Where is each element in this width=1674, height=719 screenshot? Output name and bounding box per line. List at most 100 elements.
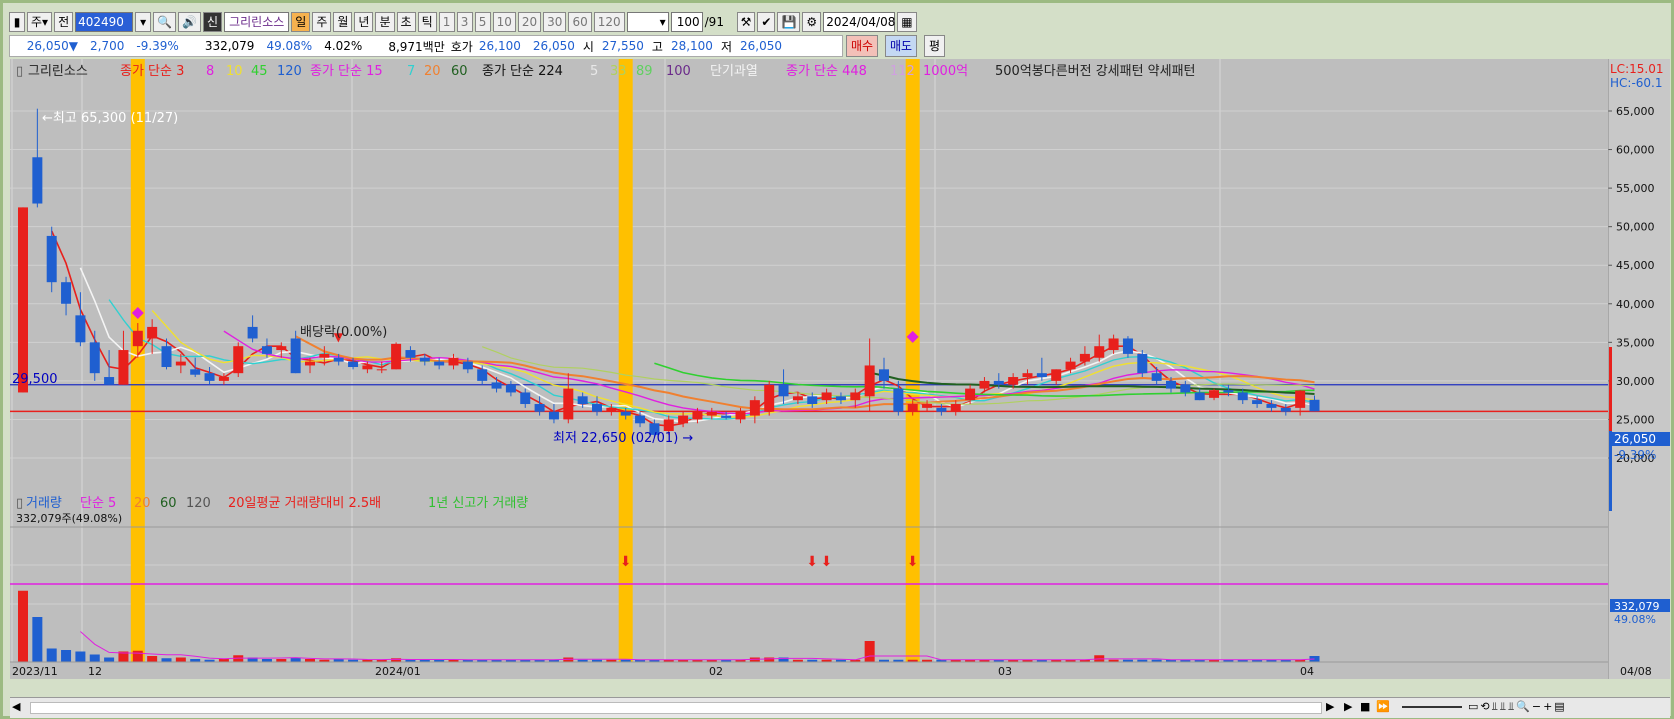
legend-name: 그리린소스 bbox=[28, 64, 88, 79]
candle-body bbox=[577, 396, 588, 405]
candle-body bbox=[678, 415, 689, 424]
scale-tick-label: 60,000 bbox=[1616, 144, 1655, 157]
candle-body bbox=[520, 392, 531, 405]
scroll-track[interactable] bbox=[30, 702, 1322, 714]
stop-icon[interactable]: ■ bbox=[1360, 700, 1370, 713]
scroll-bar[interactable]: ◀ ▶ ▶ ■ ⏩ ▭⟲⫫⫫⫫🔍−+▤ bbox=[10, 697, 1670, 718]
zoom-tools-icon[interactable]: ▭⟲⫫⫫⫫🔍−+▤ bbox=[1468, 700, 1567, 714]
candle-body bbox=[1036, 373, 1047, 378]
candle-body bbox=[1194, 392, 1205, 401]
count-input[interactable]: 100 bbox=[670, 12, 703, 32]
zoom-slider[interactable] bbox=[1402, 706, 1462, 708]
candle-body bbox=[706, 411, 717, 416]
average-button[interactable]: 평 bbox=[924, 35, 946, 57]
period-month[interactable]: 월 bbox=[333, 12, 353, 32]
check-icon[interactable]: ✔ bbox=[757, 12, 776, 32]
period-year[interactable]: 년 bbox=[354, 12, 374, 32]
scale-tick-label: 45,000 bbox=[1616, 259, 1655, 272]
num-5[interactable]: 5 bbox=[474, 12, 491, 32]
chart-icon[interactable]: ▮ bbox=[9, 12, 25, 32]
interval-select[interactable]: ▾ bbox=[626, 12, 669, 32]
volume-bar bbox=[132, 650, 143, 662]
candle-body bbox=[218, 377, 229, 381]
volume-bars: ⬇ ⬇ ⬇ ⬇ bbox=[18, 554, 1320, 662]
num-60[interactable]: 60 bbox=[568, 12, 592, 32]
fast-forward-icon[interactable]: ⏩ bbox=[1376, 700, 1390, 713]
code-input[interactable]: 402490 bbox=[75, 12, 134, 32]
volume-signal-arrow: ⬇ bbox=[620, 554, 632, 570]
scale-tick-label: 50,000 bbox=[1616, 221, 1655, 234]
candle-body bbox=[1266, 404, 1277, 408]
volume-bar bbox=[147, 656, 158, 662]
search-icon[interactable]: 🔍 bbox=[153, 12, 177, 32]
candle-body bbox=[18, 207, 28, 393]
candle-body bbox=[979, 380, 990, 389]
ask-1: 26,100 bbox=[478, 39, 521, 53]
candle-body bbox=[893, 388, 904, 412]
legend-ma1-120: 120 bbox=[277, 64, 302, 79]
price-chart[interactable]: ▼ ⬇ ⬇ ⬇ ⬇ ▯ 그리린소스 종가 단순 3 8 10 45 120 종가 단순… bbox=[10, 59, 1608, 679]
price-scale-svg: LC:15.01 HC:-60.1 65,000 60,000 55,000 50,0… bbox=[1607, 59, 1670, 679]
candle-body bbox=[276, 346, 287, 351]
legend-ma1: 종가 단순 3 bbox=[120, 64, 184, 79]
candle-body bbox=[620, 411, 631, 416]
candles: ▼ bbox=[18, 108, 1320, 438]
num-10[interactable]: 10 bbox=[492, 12, 516, 32]
candle-body bbox=[1094, 346, 1105, 358]
scroll-left-icon[interactable]: ◀ bbox=[12, 700, 20, 713]
prev-button[interactable]: 전 bbox=[54, 12, 74, 32]
turnover: 4.02% bbox=[324, 39, 363, 53]
scroll-right-icon[interactable]: ▶ bbox=[1326, 700, 1334, 713]
candle-body bbox=[61, 282, 72, 304]
legend-ma4-112: 112 bbox=[890, 64, 915, 79]
candle-body bbox=[305, 361, 315, 366]
period-week[interactable]: 주 bbox=[312, 12, 332, 32]
calendar-icon[interactable]: ▦ bbox=[897, 12, 917, 32]
legend-ma2-60: 60 bbox=[451, 64, 468, 79]
mode-select[interactable]: 주▾ bbox=[27, 12, 53, 32]
dropdown-icon[interactable]: ▾ bbox=[135, 12, 152, 32]
candle-body bbox=[175, 361, 186, 366]
save-icon[interactable]: 💾 bbox=[777, 12, 801, 32]
buy-button[interactable]: 매수 bbox=[846, 35, 879, 57]
num-3[interactable]: 3 bbox=[456, 12, 473, 32]
candle-body bbox=[548, 411, 559, 420]
num-30[interactable]: 30 bbox=[543, 12, 567, 32]
candle-body bbox=[1051, 369, 1062, 381]
candle-body bbox=[563, 388, 574, 420]
vol-legend-20: 20 bbox=[134, 496, 151, 511]
scale-tick-label: 55,000 bbox=[1616, 182, 1655, 195]
play-icon[interactable]: ▶ bbox=[1344, 700, 1352, 713]
low-label: 저 bbox=[720, 39, 732, 54]
credit-icon[interactable]: 신 bbox=[203, 12, 223, 32]
candle-body bbox=[491, 382, 502, 389]
candle-body bbox=[936, 407, 947, 412]
legend-ma3-33: 33 bbox=[610, 64, 627, 79]
candle-body bbox=[1122, 338, 1133, 354]
candle-body bbox=[1166, 380, 1176, 389]
candle-body bbox=[376, 369, 387, 371]
candle-body bbox=[104, 377, 115, 385]
candle-body bbox=[1180, 384, 1191, 393]
high-label: 고 bbox=[651, 39, 663, 54]
num-20[interactable]: 20 bbox=[517, 12, 542, 32]
price-scale[interactable]: LC:15.01 HC:-60.1 65,000 60,000 55,000 50,0… bbox=[1607, 59, 1670, 679]
highlight-bar bbox=[905, 59, 920, 662]
sell-button[interactable]: 매도 bbox=[885, 35, 918, 57]
low-annotation: 최저 22,650 (02/01) → bbox=[553, 431, 693, 446]
num-1[interactable]: 1 bbox=[438, 12, 455, 32]
num-120[interactable]: 120 bbox=[593, 12, 625, 32]
period-second[interactable]: 초 bbox=[396, 12, 416, 32]
speaker-icon[interactable]: 🔊 bbox=[178, 12, 202, 32]
tool-icon[interactable]: ⚒ bbox=[736, 12, 756, 32]
settings-icon[interactable]: ⚙ bbox=[802, 12, 822, 32]
vol-current: 332,079주(49.08%) bbox=[16, 512, 122, 525]
period-tick[interactable]: 틱 bbox=[417, 12, 437, 32]
chart-area[interactable]: ▼ ⬇ ⬇ ⬇ ⬇ ▯ 그리린소스 종가 단순 3 8 10 45 120 종가 단순… bbox=[10, 59, 1608, 679]
candle-body bbox=[462, 361, 473, 370]
period-minute[interactable]: 분 bbox=[375, 12, 395, 32]
scale-ticks: 65,000 60,000 55,000 50,000 45,000 40,000 35,0… bbox=[1608, 105, 1655, 465]
period-day[interactable]: 일 bbox=[291, 12, 311, 32]
date-input[interactable]: 2024/04/08 bbox=[823, 12, 895, 32]
vol-legend-label: 거래량 bbox=[26, 496, 62, 511]
